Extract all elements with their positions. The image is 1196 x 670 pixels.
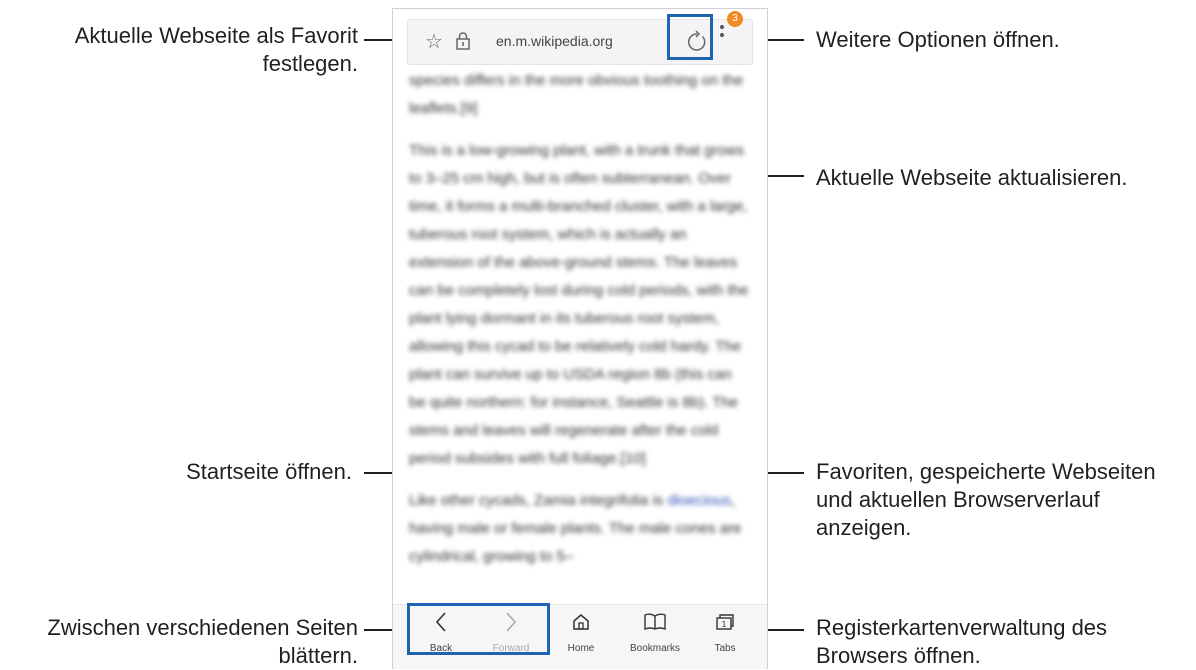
callout-home-text: Startseite öffnen. <box>186 459 352 484</box>
content-paragraph: This is a low-growing plant, with a trun… <box>409 142 749 467</box>
content-paragraph: Like other cycads, Zamia integrifolia is… <box>409 487 749 571</box>
content-text: Like other cycads, Zamia integrifolia is <box>409 492 668 509</box>
bookmarks-button[interactable]: Bookmarks <box>625 611 685 654</box>
callout-refresh-text: Aktuelle Webseite aktualisieren. <box>816 165 1128 190</box>
callout-navigate-line1: Zwischen verschiedenen Seiten <box>47 615 358 640</box>
callout-navigate: Zwischen verschiedenen Seiten blättern. <box>47 614 358 670</box>
callout-bookmarks: Favoriten, gespeicherte Webseiten und ak… <box>816 458 1156 542</box>
home-button[interactable]: Home <box>551 611 611 654</box>
navigation-highlight <box>407 603 550 655</box>
callout-favorite-line2: festlegen. <box>262 51 358 76</box>
callout-more-options-text: Weitere Optionen öffnen. <box>816 27 1060 52</box>
home-icon <box>551 611 611 639</box>
callout-bookmarks-line3: anzeigen. <box>816 515 912 540</box>
content-paragraph: species differs in the more obvious toot… <box>409 72 744 117</box>
notification-badge: 3 <box>727 11 743 27</box>
callout-home: Startseite öffnen. <box>186 458 352 486</box>
svg-text:1: 1 <box>721 620 726 629</box>
callout-tabs-line2: Browsers öffnen. <box>816 643 981 668</box>
refresh-highlight <box>667 14 713 60</box>
callout-more-options: Weitere Optionen öffnen. <box>816 26 1060 54</box>
tabs-button[interactable]: 1 Tabs <box>695 611 755 654</box>
lock-icon <box>456 32 470 55</box>
content-link[interactable]: dioecious <box>667 492 730 509</box>
callout-bookmarks-line2: und aktuellen Browserverlauf <box>816 487 1100 512</box>
callout-favorite-line1: Aktuelle Webseite als Favorit <box>74 23 358 48</box>
bookmarks-label: Bookmarks <box>629 643 680 654</box>
callout-refresh: Aktuelle Webseite aktualisieren. <box>816 164 1127 192</box>
bookmarks-icon <box>625 611 685 639</box>
callout-navigate-line2: blättern. <box>278 643 359 668</box>
callout-tabs-line1: Registerkartenverwaltung des <box>816 615 1108 640</box>
tabs-label: Tabs <box>714 643 736 654</box>
home-label: Home <box>567 643 595 654</box>
callout-tabs: Registerkartenverwaltung des Browsers öf… <box>816 614 1107 670</box>
browser-screen: ☆ en.m.wikipedia.org 3 species differs i… <box>392 8 768 669</box>
url-text[interactable]: en.m.wikipedia.org <box>496 33 613 49</box>
tabs-icon: 1 <box>695 611 755 639</box>
web-content: species differs in the more obvious toot… <box>409 67 749 585</box>
star-icon[interactable]: ☆ <box>425 29 443 54</box>
callout-favorite: Aktuelle Webseite als Favorit festlegen. <box>75 22 358 78</box>
more-options-icon[interactable] <box>720 21 724 41</box>
callout-bookmarks-line1: Favoriten, gespeicherte Webseiten <box>816 459 1156 484</box>
